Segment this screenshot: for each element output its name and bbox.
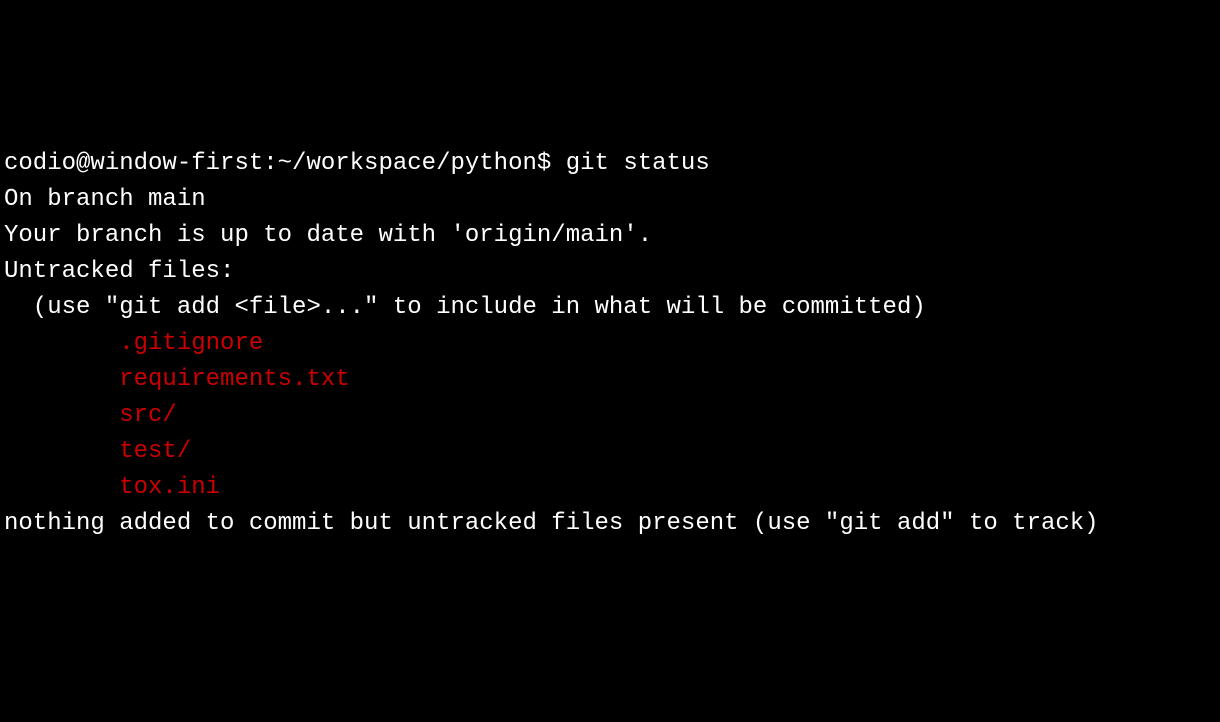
shell-prompt: codio@window-first:~/workspace/python$ bbox=[4, 150, 566, 177]
terminal[interactable]: codio@window-first:~/workspace/python$ g… bbox=[4, 146, 1216, 542]
untracked-hint: (use "git add <file>..." to include in w… bbox=[4, 290, 1216, 326]
untracked-file-name: .gitignore bbox=[119, 330, 263, 357]
untracked-file-name: tox.ini bbox=[119, 474, 220, 501]
indent bbox=[4, 366, 119, 393]
indent bbox=[4, 330, 119, 357]
untracked-file-name: test/ bbox=[119, 438, 191, 465]
untracked-file-line: src/ bbox=[4, 398, 1216, 434]
indent bbox=[4, 402, 119, 429]
untracked-file-name: requirements.txt bbox=[119, 366, 349, 393]
footer-message: nothing added to commit but untracked fi… bbox=[4, 506, 1216, 542]
upstream-info: Your branch is up to date with 'origin/m… bbox=[4, 218, 1216, 254]
command-text: git status bbox=[566, 150, 710, 177]
indent bbox=[4, 438, 119, 465]
untracked-file-line: requirements.txt bbox=[4, 362, 1216, 398]
indent bbox=[4, 474, 119, 501]
branch-info: On branch main bbox=[4, 182, 1216, 218]
untracked-file-name: src/ bbox=[119, 402, 177, 429]
untracked-header: Untracked files: bbox=[4, 254, 1216, 290]
untracked-file-line: .gitignore bbox=[4, 326, 1216, 362]
untracked-files-list: .gitignore requirements.txt src/ test/ t… bbox=[4, 326, 1216, 506]
untracked-file-line: test/ bbox=[4, 434, 1216, 470]
command-line: codio@window-first:~/workspace/python$ g… bbox=[4, 146, 1216, 182]
untracked-file-line: tox.ini bbox=[4, 470, 1216, 506]
